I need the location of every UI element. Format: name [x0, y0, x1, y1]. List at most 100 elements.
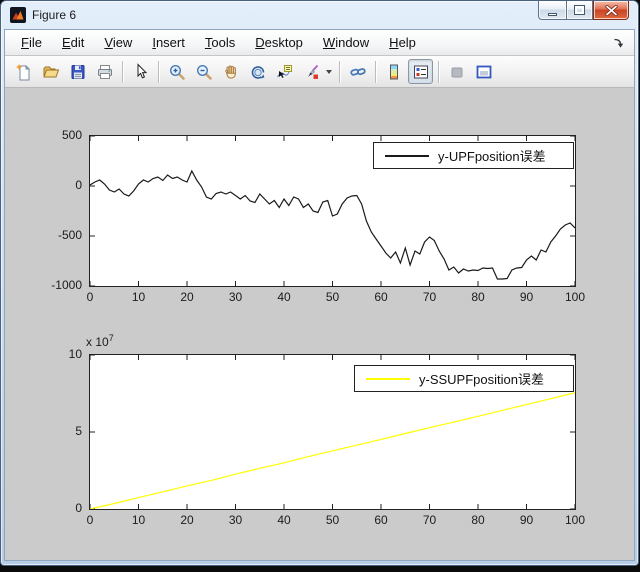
tick-label: 40: [277, 513, 291, 527]
tick-label: 90: [519, 290, 534, 304]
tick-label: 60: [374, 290, 388, 304]
legend-line-sample: [366, 377, 410, 380]
edit-plot-pointer-button[interactable]: [128, 59, 153, 84]
tick-label: 50: [325, 513, 340, 527]
hide-plot-tools-button[interactable]: [444, 59, 469, 84]
tick-label: 20: [180, 513, 194, 527]
close-icon: [604, 4, 618, 16]
menu-edit[interactable]: Edit: [52, 32, 94, 53]
insert-colorbar-button[interactable]: [381, 59, 406, 84]
tick-label: 80: [471, 513, 485, 527]
tick-label: 50: [325, 290, 340, 304]
series-line: [89, 169, 576, 280]
y-axis-multiplier: x 107: [86, 333, 114, 349]
legend-ssupf[interactable]: y-SSUPFposition误差: [354, 365, 574, 392]
dock-figure-arrow[interactable]: [612, 37, 624, 49]
restore-button[interactable]: [566, 1, 593, 20]
pan-hand-icon: [224, 65, 236, 78]
tick-label: 70: [422, 290, 437, 304]
pointer-icon: [137, 62, 147, 78]
tick-label: 80: [471, 290, 485, 304]
menu-insert[interactable]: Insert: [142, 32, 195, 53]
legend-line-sample: [385, 154, 429, 157]
restore-icon: [574, 5, 585, 15]
dock-arrow-icon: [614, 38, 624, 48]
tick-label: 100: [564, 290, 586, 304]
legend-upf[interactable]: y-UPFposition误差: [373, 142, 574, 169]
brush-icon: [307, 64, 318, 79]
save-figure-button[interactable]: [65, 59, 90, 84]
window-controls: [538, 1, 629, 20]
tick-label: -500: [57, 228, 82, 242]
tick-label: 40: [277, 290, 291, 304]
tick-label: 5: [75, 424, 82, 438]
new-figure-button[interactable]: [11, 59, 36, 84]
tick-label: 30: [228, 513, 243, 527]
title-bar[interactable]: Figure 6: [1, 1, 638, 29]
print-figure-icon: [97, 64, 112, 79]
screen: { "window": { "title": "Figure 6" }, "me…: [0, 0, 640, 572]
rotate-3d-icon: [251, 65, 264, 79]
brush-dropdown-arrow[interactable]: [326, 69, 332, 74]
tick-label: 10: [131, 290, 146, 304]
tick-label: -1000: [51, 278, 82, 292]
brush-data-button[interactable]: [299, 59, 324, 84]
matlab-app-icon: [10, 7, 26, 23]
tick-label: 10: [131, 513, 146, 527]
tick-label: 60: [374, 513, 388, 527]
window-title: Figure 6: [32, 8, 77, 22]
toolbar-separator: [375, 60, 376, 83]
toolbar-separator: [339, 60, 340, 83]
menu-tools[interactable]: Tools: [195, 32, 245, 53]
tick-label: 0: [75, 178, 82, 192]
insert-legend-button[interactable]: [408, 59, 433, 84]
new-figure-icon: [15, 63, 30, 80]
data-cursor-button[interactable]: [272, 59, 297, 84]
zoom-out-icon: [196, 64, 212, 80]
tick-label: 20: [180, 290, 194, 304]
menu-desktop[interactable]: Desktop: [245, 32, 313, 53]
link-plot-button[interactable]: [345, 59, 370, 84]
tick-label: 0: [75, 501, 82, 515]
save-figure-icon: [71, 64, 84, 79]
legend-label: y-UPFposition误差: [438, 149, 546, 164]
legend-label: y-SSUPFposition误差: [419, 372, 544, 387]
toolbar: [5, 56, 634, 88]
minimize-icon: [548, 12, 557, 16]
show-plot-tools-button[interactable]: [471, 59, 496, 84]
figure-window: Figure 6 File Edit View Insert Tools Des…: [0, 0, 639, 566]
client-area: File Edit View Insert Tools Desktop Wind…: [4, 29, 635, 561]
tick-label: 100: [564, 513, 586, 527]
pan-hand-button[interactable]: [218, 59, 243, 84]
toolbar-separator: [122, 60, 123, 83]
menu-file[interactable]: File: [11, 32, 52, 53]
tick-label: 10: [68, 347, 82, 361]
tick-label: 30: [228, 290, 243, 304]
tick-label: 70: [422, 513, 437, 527]
series-line: [89, 392, 576, 510]
tick-label: 500: [61, 128, 82, 142]
show-plot-tools-icon: [476, 65, 491, 78]
link-plot-icon: [349, 67, 366, 76]
toolbar-separator: [438, 60, 439, 83]
data-cursor-icon: [276, 64, 292, 78]
zoom-out-button[interactable]: [191, 59, 216, 84]
print-figure-button[interactable]: [92, 59, 117, 84]
minimize-button[interactable]: [538, 1, 566, 20]
hide-plot-tools-icon: [451, 67, 462, 77]
tick-label: 90: [519, 513, 534, 527]
menu-help[interactable]: Help: [379, 32, 426, 53]
open-file-icon: [42, 66, 59, 77]
insert-legend-icon: [413, 65, 428, 78]
menu-window[interactable]: Window: [313, 32, 379, 53]
zoom-in-button[interactable]: [164, 59, 189, 84]
zoom-in-icon: [169, 64, 185, 80]
insert-colorbar-icon: [389, 64, 398, 79]
menu-view[interactable]: View: [94, 32, 142, 53]
open-file-button[interactable]: [38, 59, 63, 84]
rotate-3d-button[interactable]: [245, 59, 270, 84]
close-button[interactable]: [593, 1, 629, 20]
figure-canvas: x 107 y-UPFposition误差 y-SSUPFposition误差 …: [5, 88, 634, 560]
menu-bar: File Edit View Insert Tools Desktop Wind…: [5, 30, 634, 56]
toolbar-separator: [158, 60, 159, 83]
